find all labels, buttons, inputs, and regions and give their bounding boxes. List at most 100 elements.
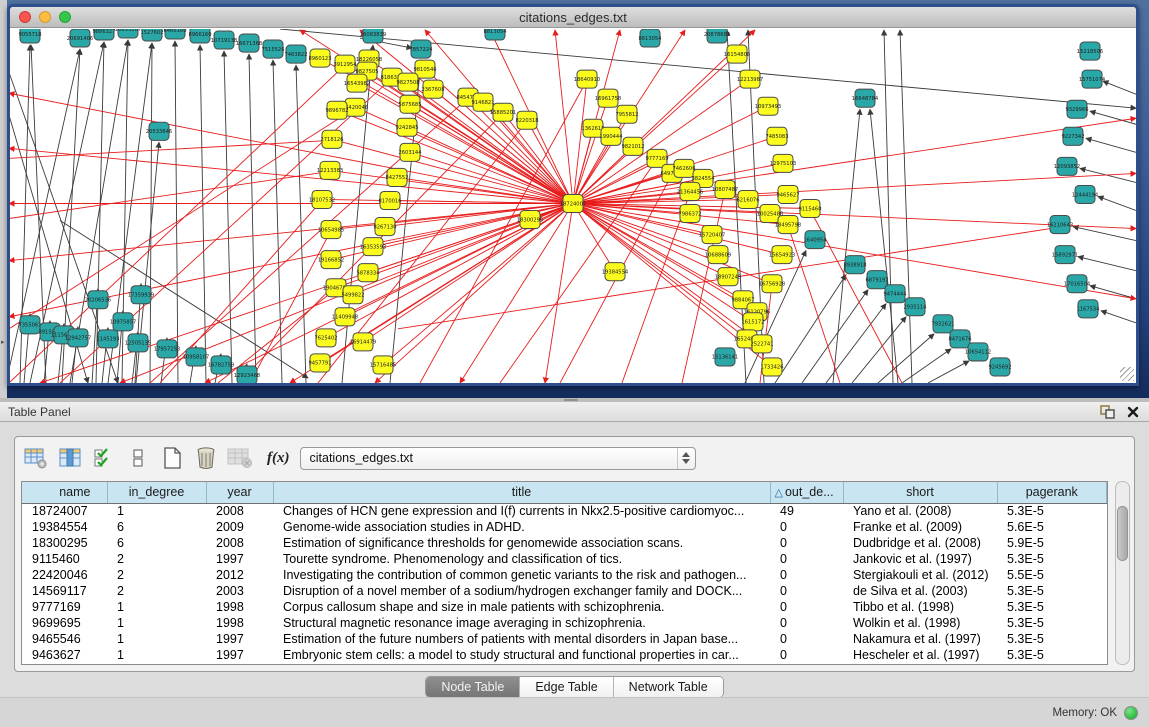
table-cell[interactable]: 1: [107, 647, 206, 663]
table-cell[interactable]: 0: [770, 583, 843, 599]
table-cell[interactable]: 9465546: [22, 631, 107, 647]
table-selector-combo[interactable]: citations_edges.txt: [300, 447, 696, 470]
table-cell[interactable]: 1997: [206, 647, 273, 663]
graph-edge[interactable]: [1098, 196, 1136, 210]
table-cell[interactable]: Disruption of a novel member of a sodium…: [273, 583, 770, 599]
combo-stepper-icon[interactable]: [677, 448, 695, 469]
table-row[interactable]: 1456911722003Disruption of a novel membe…: [22, 583, 1107, 599]
table-cell[interactable]: 2009: [206, 519, 273, 535]
table-cell[interactable]: 2: [107, 583, 206, 599]
table-cell[interactable]: 49: [770, 503, 843, 519]
graph-edge[interactable]: [1101, 311, 1136, 323]
table-cell[interactable]: 1: [107, 631, 206, 647]
function-icon[interactable]: f(x): [267, 450, 290, 467]
graph-edge[interactable]: [884, 30, 893, 383]
table-cell[interactable]: 6: [107, 535, 206, 551]
table-cell[interactable]: Changes of HCN gene expression and I(f) …: [273, 503, 770, 519]
new-document-icon[interactable]: [159, 444, 185, 472]
table-cell[interactable]: 1: [107, 615, 206, 631]
table-cell[interactable]: 5.9E-5: [997, 535, 1107, 551]
table-cell[interactable]: 5.5E-5: [997, 567, 1107, 583]
network-window[interactable]: citations_edges.txt 90557182069140698863…: [7, 4, 1139, 386]
table-cell[interactable]: Tibbo et al. (1998): [843, 599, 997, 615]
table-row[interactable]: 946362711997Embryonic stem cells: a mode…: [22, 647, 1107, 663]
column-header-pagerank[interactable]: pagerank: [997, 482, 1107, 503]
table-settings-icon[interactable]: [23, 444, 49, 472]
float-panel-icon[interactable]: [1097, 404, 1117, 420]
table-cell[interactable]: 1: [107, 503, 206, 519]
graph-edge[interactable]: [249, 54, 256, 383]
graph-edge[interactable]: [224, 51, 232, 383]
graph-edge[interactable]: [1090, 111, 1136, 124]
column-header-name[interactable]: name: [22, 482, 107, 503]
table-cell[interactable]: 0: [770, 631, 843, 647]
table-cell[interactable]: 0: [770, 647, 843, 663]
graph-edge[interactable]: [10, 171, 330, 218]
graph-edge[interactable]: [1078, 257, 1136, 271]
table-row[interactable]: 1872400712008Changes of HCN gene express…: [22, 503, 1107, 519]
graph-edge[interactable]: [460, 203, 573, 383]
scrollbar-thumb[interactable]: [1117, 506, 1128, 561]
resize-handle[interactable]: [1120, 367, 1134, 381]
graph-edge[interactable]: [902, 349, 951, 383]
table-cell[interactable]: 2012: [206, 567, 273, 583]
table-cell[interactable]: 0: [770, 567, 843, 583]
table-cell[interactable]: 9699695: [22, 615, 107, 631]
graph-edge[interactable]: [870, 109, 898, 383]
graph-edge[interactable]: [833, 109, 860, 383]
column-header-in-degree[interactable]: in_degree: [107, 482, 206, 503]
table-cell[interactable]: 2003: [206, 583, 273, 599]
table-cell[interactable]: Franke et al. (2009): [843, 519, 997, 535]
table-cell[interactable]: 1998: [206, 599, 273, 615]
table-row[interactable]: 911546021997Tourette syndrome. Phenomeno…: [22, 551, 1107, 567]
close-window-icon[interactable]: [19, 11, 31, 23]
column-header-year[interactable]: year: [206, 482, 273, 503]
table-row[interactable]: 969969511998Structural magnetic resonanc…: [22, 615, 1107, 631]
table-cell[interactable]: Hescheler et al. (1997): [843, 647, 997, 663]
table-cell[interactable]: Stergiakouli et al. (2012): [843, 567, 997, 583]
graph-edge[interactable]: [373, 203, 573, 246]
table-cell[interactable]: 9463627: [22, 647, 107, 663]
divider-grip[interactable]: [564, 399, 578, 401]
table-cell[interactable]: 0: [770, 519, 843, 535]
table-cell[interactable]: 2: [107, 567, 206, 583]
table-cell[interactable]: 0: [770, 615, 843, 631]
table-row[interactable]: 2242004622012Investigating the contribut…: [22, 567, 1107, 583]
table-row[interactable]: 977716911998Corpus callosum shape and si…: [22, 599, 1107, 615]
table-cell[interactable]: Estimation of significance thresholds fo…: [273, 535, 770, 551]
table-cell[interactable]: de Silva et al. (2003): [843, 583, 997, 599]
graph-edge[interactable]: [900, 30, 912, 383]
table-cell[interactable]: 18300295: [22, 535, 107, 551]
graph-edge[interactable]: [1086, 138, 1136, 152]
tab-network-table[interactable]: Network Table: [613, 677, 723, 697]
table-cell[interactable]: Investigating the contribution of common…: [273, 567, 770, 583]
minimize-window-icon[interactable]: [39, 11, 51, 23]
tab-node-table[interactable]: Node Table: [426, 677, 519, 697]
graph-edge[interactable]: [928, 361, 969, 383]
graph-edge[interactable]: [1073, 227, 1136, 241]
graph-edge[interactable]: [1080, 168, 1136, 182]
table-cell[interactable]: 9115460: [22, 551, 107, 567]
column-visibility-icon[interactable]: [57, 444, 83, 472]
citation-graph[interactable]: 9055718206914069886327106532871527602646…: [10, 29, 1136, 383]
graph-edge[interactable]: [1103, 81, 1136, 94]
table-cell[interactable]: Embryonic stem cells: a model to study s…: [273, 647, 770, 663]
graph-edge[interactable]: [788, 226, 840, 383]
graph-edge[interactable]: [852, 317, 906, 383]
table-cell[interactable]: 5.3E-5: [997, 631, 1107, 647]
graph-edge[interactable]: [397, 177, 573, 203]
network-window-titlebar[interactable]: citations_edges.txt: [10, 7, 1136, 28]
table-cell[interactable]: 5.6E-5: [997, 519, 1107, 535]
graph-edge[interactable]: [545, 203, 573, 383]
graph-edge[interactable]: [150, 43, 152, 383]
graph-edge[interactable]: [122, 40, 128, 383]
table-cell[interactable]: 0: [770, 599, 843, 615]
graph-edge[interactable]: [175, 41, 178, 383]
table-cell[interactable]: Jankovic et al. (1997): [843, 551, 997, 567]
table-cell[interactable]: 5.3E-5: [997, 599, 1107, 615]
table-cell[interactable]: Structural magnetic resonance image aver…: [273, 615, 770, 631]
column-header-title[interactable]: title: [273, 482, 770, 503]
table-cell[interactable]: Tourette syndrome. Phenomenology and cla…: [273, 551, 770, 567]
table-row[interactable]: 1830029562008Estimation of significance …: [22, 535, 1107, 551]
table-cell[interactable]: 1997: [206, 631, 273, 647]
